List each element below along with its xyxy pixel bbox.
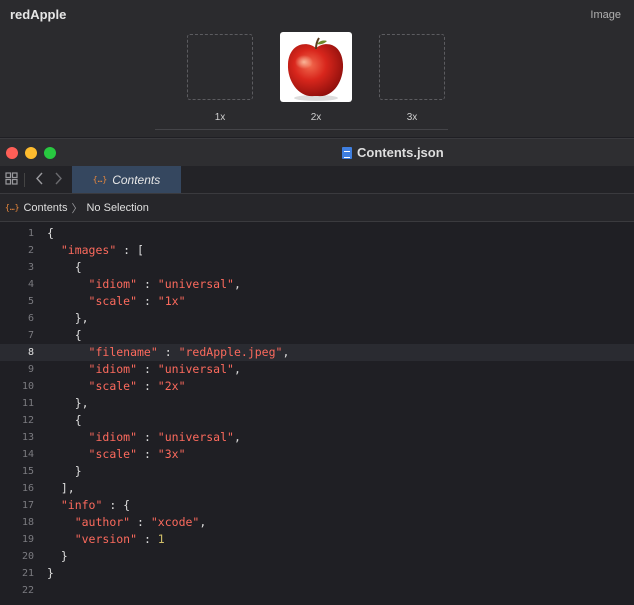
code-line-text: "images" : [ (60, 243, 144, 257)
code-line[interactable]: 1{ (0, 225, 634, 242)
slot-3x[interactable] (379, 34, 445, 100)
code-line-text: } (47, 464, 82, 478)
code-line[interactable]: 8 "filename" : "redApple.jpeg", (0, 344, 634, 361)
code-line[interactable]: 9 "idiom" : "universal", (0, 361, 634, 378)
asset-catalog-panel: redApple Image 1x 2x 3x (0, 0, 634, 137)
line-number: 17 (21, 500, 34, 511)
code-editor[interactable]: 1{2 "images" : [3 {4 "idiom" : "universa… (0, 222, 634, 605)
jump-bar: {…} Contents 〉 No Selection (0, 194, 634, 222)
jump-bar-selection[interactable]: No Selection (86, 202, 148, 214)
code-line[interactable]: 15 } (0, 463, 634, 480)
code-line-text: "idiom" : "universal", (88, 430, 241, 444)
code-line-text: }, (47, 311, 89, 325)
slot-label-3x: 3x (406, 112, 418, 123)
code-line[interactable]: 12 { (0, 412, 634, 429)
grid-icon[interactable] (5, 172, 18, 188)
json-file-icon (342, 146, 352, 159)
code-line-text: "scale" : "1x" (88, 294, 186, 308)
code-line-text: } (47, 566, 54, 580)
code-line-text: { (47, 413, 82, 427)
code-line[interactable]: 7 { (0, 327, 634, 344)
line-number: 20 (21, 551, 34, 562)
slot-1x[interactable] (187, 34, 253, 100)
code-line-text: "scale" : "2x" (88, 379, 186, 393)
editor-tabbar: {…} Contents (0, 166, 634, 194)
window-title-text: Contents.json (357, 145, 444, 160)
code-line-text: ], (47, 481, 75, 495)
line-number: 12 (21, 415, 34, 426)
line-number: 7 (27, 330, 34, 341)
code-line-text: { (47, 328, 82, 342)
slot-label-1x: 1x (214, 112, 226, 123)
red-apple-image (287, 37, 344, 101)
line-number: 3 (27, 262, 34, 273)
line-number: 13 (21, 432, 34, 443)
code-line[interactable]: 6 }, (0, 310, 634, 327)
code-line[interactable]: 10 "scale" : "2x" (0, 378, 634, 395)
code-line-text: { (47, 226, 54, 240)
toolbar-divider (24, 173, 25, 187)
code-line[interactable]: 16 ], (0, 480, 634, 497)
code-line-text: "version" : 1 (74, 532, 165, 546)
code-line-text: { (47, 260, 82, 274)
line-number: 18 (21, 517, 34, 528)
close-window-button[interactable] (6, 147, 18, 159)
minimize-window-button[interactable] (25, 147, 37, 159)
line-number: 5 (27, 296, 34, 307)
line-number: 11 (21, 398, 34, 409)
window-titlebar: Contents.json (0, 138, 634, 166)
chevron-right-icon[interactable] (54, 172, 63, 188)
tab-contents-label: Contents (112, 172, 161, 187)
line-number: 1 (27, 228, 34, 239)
code-line-text: "info" : { (60, 498, 131, 512)
code-line[interactable]: 11 }, (0, 395, 634, 412)
slot-divider (155, 129, 448, 130)
code-line[interactable]: 14 "scale" : "3x" (0, 446, 634, 463)
code-line-text: "scale" : "3x" (88, 447, 186, 461)
line-number: 22 (21, 585, 34, 596)
chevron-left-icon[interactable] (35, 172, 44, 188)
code-line[interactable]: 5 "scale" : "1x" (0, 293, 634, 310)
line-number: 4 (27, 279, 34, 290)
line-number: 15 (21, 466, 34, 477)
line-number: 16 (21, 483, 34, 494)
line-number: 8 (27, 347, 34, 358)
line-number: 10 (21, 381, 34, 392)
code-line[interactable]: 21} (0, 565, 634, 582)
code-line[interactable]: 3 { (0, 259, 634, 276)
code-line[interactable]: 13 "idiom" : "universal", (0, 429, 634, 446)
code-line[interactable]: 22 (0, 582, 634, 599)
line-number: 9 (27, 364, 34, 375)
code-line[interactable]: 17 "info" : { (0, 497, 634, 514)
code-line-text: } (47, 549, 68, 563)
code-line[interactable]: 4 "idiom" : "universal", (0, 276, 634, 293)
asset-type-label: Image (590, 9, 621, 21)
line-number: 14 (21, 449, 34, 460)
code-line-text: "idiom" : "universal", (88, 277, 241, 291)
line-number: 2 (27, 245, 34, 256)
code-line[interactable]: 19 "version" : 1 (0, 531, 634, 548)
slot-2x[interactable] (280, 32, 352, 102)
slot-label-2x: 2x (310, 112, 322, 123)
json-icon: {…} (5, 203, 20, 212)
line-number: 6 (27, 313, 34, 324)
code-line-text: "filename" : "redApple.jpeg", (88, 345, 290, 359)
zoom-window-button[interactable] (44, 147, 56, 159)
window-title: Contents.json (342, 145, 444, 160)
asset-name: redApple (10, 7, 67, 22)
tab-contents[interactable]: {…} Contents (72, 166, 181, 193)
jump-bar-file[interactable]: Contents (23, 202, 67, 214)
code-line[interactable]: 2 "images" : [ (0, 242, 634, 259)
code-line[interactable]: 20 } (0, 548, 634, 565)
chevron-right-icon: 〉 (71, 202, 83, 215)
code-line-text: "idiom" : "universal", (88, 362, 241, 376)
code-line-text: }, (47, 396, 89, 410)
line-number: 21 (21, 568, 34, 579)
line-number: 19 (21, 534, 34, 545)
json-icon: {…} (92, 175, 108, 184)
code-line-text: "author" : "xcode", (74, 515, 207, 529)
code-line[interactable]: 18 "author" : "xcode", (0, 514, 634, 531)
